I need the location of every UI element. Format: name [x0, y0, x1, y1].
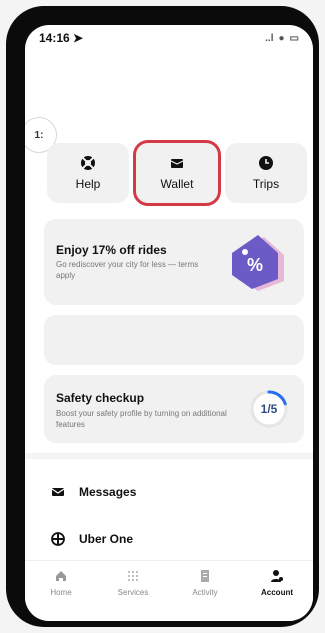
- wifi-icon: ●: [278, 32, 285, 44]
- section-divider: [25, 453, 313, 459]
- nav-account-label: Account: [261, 588, 293, 597]
- edge-control-label: 1:: [34, 129, 44, 141]
- uber-one-label: Uber One: [79, 532, 134, 546]
- uber-one-item[interactable]: Uber One: [51, 527, 281, 551]
- placeholder-card: [44, 315, 304, 365]
- nav-services-label: Services: [117, 588, 149, 597]
- trips-tile-label: Trips: [252, 177, 280, 191]
- side-button-1: [8, 92, 14, 114]
- wallet-tile[interactable]: Wallet: [133, 140, 221, 206]
- nav-home[interactable]: Home: [31, 569, 91, 597]
- status-bar: 14:16 ➤ ..l ● ▭: [25, 25, 313, 51]
- safety-title: Safety checkup: [56, 391, 145, 405]
- status-icons: ..l ● ▭: [265, 33, 299, 44]
- messages-item[interactable]: Messages: [51, 480, 281, 504]
- bottom-nav: Home Services Activity Account: [25, 560, 313, 621]
- envelope-icon: [51, 488, 65, 496]
- wallet-icon: [170, 159, 184, 168]
- grid-icon: [127, 570, 139, 582]
- uber-one-icon: [51, 532, 65, 546]
- wallet-tile-label: Wallet: [160, 177, 194, 191]
- lifebuoy-icon: [81, 156, 95, 170]
- status-time: 14:16 ➤: [39, 31, 84, 45]
- nav-activity-label: Activity: [192, 588, 218, 597]
- receipt-icon: [201, 570, 209, 582]
- trips-tile[interactable]: Trips: [225, 143, 307, 203]
- battery-icon: ▭: [289, 32, 299, 44]
- nav-account[interactable]: Account: [247, 569, 307, 597]
- safety-subtitle: Boost your safety profile by turning on …: [56, 409, 227, 429]
- nav-home-label: Home: [50, 588, 72, 597]
- nav-activity[interactable]: Activity: [175, 569, 235, 597]
- clock-icon: [259, 156, 273, 170]
- signal-icon: ..l: [265, 32, 274, 44]
- side-button-3: [8, 192, 14, 234]
- safety-progress-label: 1/5: [260, 402, 278, 416]
- nav-services[interactable]: Services: [103, 569, 163, 597]
- help-tile[interactable]: Help: [47, 143, 129, 203]
- home-icon: [56, 571, 66, 581]
- promo-badge: %: [247, 255, 263, 275]
- promo-card[interactable]: Enjoy 17% off rides Go rediscover your c…: [44, 219, 304, 305]
- app-screen: 14:16 ➤ ..l ● ▭ 1: Help Wallet Trips Enj…: [25, 25, 313, 621]
- phone-frame: 14:16 ➤ ..l ● ▭ 1: Help Wallet Trips Enj…: [6, 6, 319, 627]
- person-icon: [271, 570, 283, 582]
- discount-tag-icon: %: [232, 235, 284, 291]
- side-button-2: [8, 134, 14, 176]
- messages-label: Messages: [79, 485, 137, 499]
- promo-subtitle: Go rediscover your city for less — terms…: [56, 260, 199, 280]
- shortcut-tiles: Help Wallet Trips: [47, 140, 307, 206]
- promo-title: Enjoy 17% off rides: [56, 243, 167, 257]
- help-tile-label: Help: [75, 177, 101, 191]
- safety-checkup-card[interactable]: Safety checkup Boost your safety profile…: [44, 375, 304, 443]
